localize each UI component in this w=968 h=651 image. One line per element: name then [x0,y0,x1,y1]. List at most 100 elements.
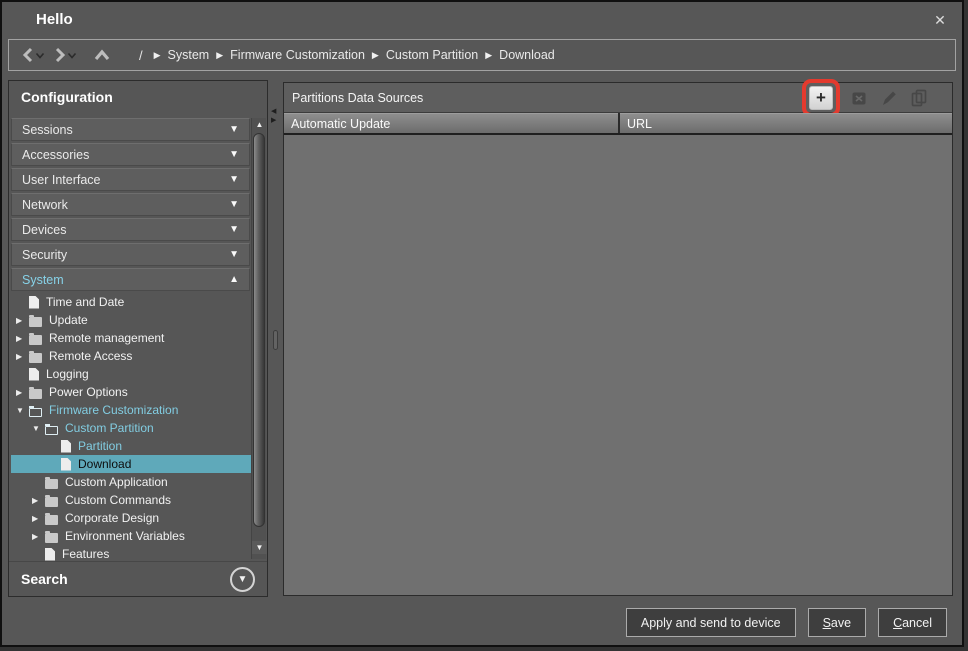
datasource-toolbar: + [802,79,944,117]
tree-item-environment-variables[interactable]: ▶ Environment Variables [11,527,251,545]
breadcrumb-item-custom-partition[interactable]: Custom Partition [386,48,478,62]
sidebar-item-security[interactable]: Security ▼ [11,243,250,266]
pencil-icon [879,88,899,108]
expander-icon: ▼ [32,424,45,433]
tree-item-custom-application[interactable]: Custom Application [11,473,251,491]
copy-button[interactable] [908,87,930,109]
tree-item-remote-management[interactable]: ▶ Remote management [11,329,251,347]
breadcrumb-root[interactable]: / [139,48,143,63]
tree-item-firmware-customization[interactable]: ▼ Firmware Customization [11,401,251,419]
add-button[interactable]: + [809,86,833,110]
tree-item-power-options[interactable]: ▶ Power Options [11,383,251,401]
datasource-table-body[interactable] [284,137,952,595]
dialog-footer: Apply and send to device Save Cancel [626,608,947,637]
sidebar-item-network[interactable]: Network ▼ [11,193,250,216]
breadcrumb-item-firmware-customization[interactable]: Firmware Customization [230,48,365,62]
splitter-grip[interactable] [273,330,278,350]
sidebar-item-user-interface[interactable]: User Interface ▼ [11,168,250,191]
panel-splitter[interactable]: ◀ ▶ [268,80,283,597]
forward-button[interactable] [53,42,67,68]
datasource-table-header: Automatic Update URL [284,113,952,135]
tree-item-partition[interactable]: Partition [11,437,251,455]
folder-icon [29,353,42,363]
expand-arrow-icon: ▲ [229,274,239,285]
tree-item-time-and-date[interactable]: Time and Date [11,293,251,311]
folder-icon [45,533,58,543]
scroll-up-icon[interactable]: ▲ [252,118,267,131]
collapse-left-icon[interactable]: ◀ [271,108,276,115]
folder-icon [29,335,42,345]
file-icon [29,296,39,309]
breadcrumb-separator-icon: ▶ [216,50,223,61]
sidebar-scrollbar[interactable]: ▲ ▼ [251,118,266,559]
breadcrumb-separator-icon: ▶ [154,50,161,61]
expander-icon: ▶ [16,352,29,361]
tree-item-logging[interactable]: Logging [11,365,251,383]
chevron-right-icon [53,46,67,64]
breadcrumb-item-system[interactable]: System [168,48,210,62]
back-button[interactable] [21,42,35,68]
expander-icon: ▶ [16,388,29,397]
sidebar-item-accessories[interactable]: Accessories ▼ [11,143,250,166]
breadcrumb-item-download[interactable]: Download [499,48,555,62]
collapse-arrow-icon: ▼ [229,249,239,260]
scrollbar-thumb[interactable] [253,133,265,527]
search-expand-button[interactable]: ▼ [230,567,255,592]
collapse-arrow-icon: ▼ [229,199,239,210]
column-header-url[interactable]: URL [620,113,952,133]
column-header-automatic-update[interactable]: Automatic Update [284,113,618,133]
tree-item-custom-partition[interactable]: ▼ Custom Partition [11,419,251,437]
search-section: Search ▼ [9,561,267,596]
tree-item-download[interactable]: Download [11,455,251,473]
window-title: Hello [36,11,73,28]
folder-icon [45,515,58,525]
sidebar-title: Configuration [21,89,113,105]
folder-open-icon [29,408,42,417]
collapse-arrow-icon: ▼ [229,149,239,160]
save-button[interactable]: Save [808,608,867,637]
copy-icon [909,88,929,108]
cancel-button[interactable]: Cancel [878,608,947,637]
sidebar-item-system[interactable]: System ▲ [11,268,250,291]
breadcrumb-separator-icon: ▶ [372,50,379,61]
main-panel: Partitions Data Sources + [283,82,953,596]
title-bar: Hello ✕ [2,2,962,38]
delete-button[interactable] [848,87,870,109]
file-icon [45,548,55,561]
scroll-down-icon[interactable]: ▼ [252,541,267,554]
file-icon [61,440,71,453]
expander-icon: ▶ [16,334,29,343]
chevron-down-icon: ▼ [238,574,248,585]
collapse-right-icon[interactable]: ▶ [271,117,276,124]
caret-down-icon [67,51,77,60]
up-level-button[interactable] [93,42,111,68]
folder-icon [45,497,58,507]
navigation-bar: / ▶ System ▶ Firmware Customization ▶ Cu… [8,39,956,71]
back-history-dropdown[interactable] [35,42,45,68]
chevron-left-icon [21,46,35,64]
apply-and-send-button[interactable]: Apply and send to device [626,608,796,637]
breadcrumb-separator-icon: ▶ [485,50,492,61]
folder-icon [29,389,42,399]
collapse-arrow-icon: ▼ [229,174,239,185]
edit-button[interactable] [878,87,900,109]
forward-history-dropdown[interactable] [67,42,77,68]
caret-down-icon [35,51,45,60]
tree-item-corporate-design[interactable]: ▶ Corporate Design [11,509,251,527]
folder-open-icon [45,426,58,435]
panel-header: Partitions Data Sources + [284,83,952,113]
expander-icon: ▼ [16,406,29,415]
delete-icon [849,88,869,108]
sidebar-item-sessions[interactable]: Sessions ▼ [11,118,250,141]
file-icon [29,368,39,381]
sidebar-item-devices[interactable]: Devices ▼ [11,218,250,241]
expander-icon: ▶ [32,514,45,523]
tree-item-remote-access[interactable]: ▶ Remote Access [11,347,251,365]
tree-item-custom-commands[interactable]: ▶ Custom Commands [11,491,251,509]
tree-item-update[interactable]: ▶ Update [11,311,251,329]
expander-icon: ▶ [32,532,45,541]
plus-icon: + [816,89,826,106]
close-icon[interactable]: ✕ [930,10,950,30]
setup-window: Hello ✕ / ▶ System ▶ Firmware Customizat… [0,0,964,647]
chevron-up-icon [93,48,111,62]
